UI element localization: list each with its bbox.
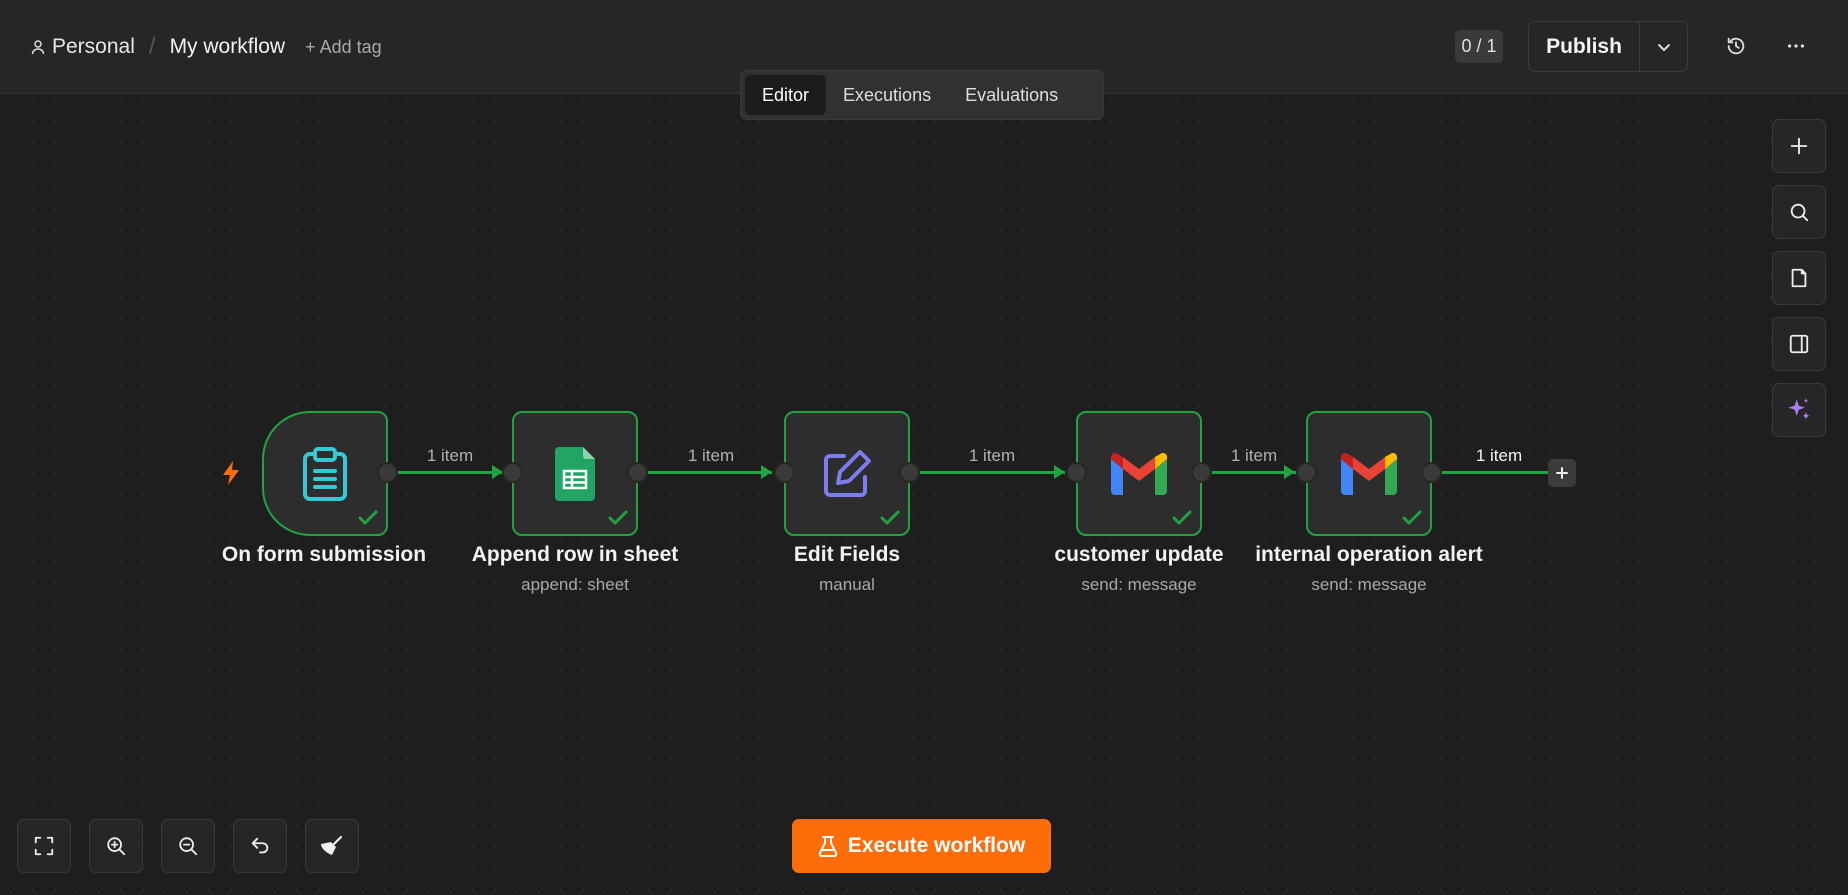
count-badge: 0 / 1 — [1455, 30, 1503, 63]
node-title: On form submission — [221, 543, 427, 566]
output-port[interactable] — [1421, 462, 1442, 483]
project-link[interactable]: Personal — [30, 35, 135, 59]
user-icon — [31, 40, 45, 55]
node-title: customer update — [1054, 543, 1224, 566]
trigger-bolt-icon — [220, 460, 242, 491]
publish-button-group: Publish — [1528, 21, 1688, 72]
fit-view-button[interactable] — [17, 819, 71, 873]
output-port[interactable] — [377, 462, 398, 483]
flask-icon — [818, 836, 838, 857]
edge-arrow — [761, 465, 772, 479]
publish-options-button[interactable] — [1639, 22, 1687, 71]
edit-pencil-icon — [824, 449, 871, 497]
node-subtitle: manual — [819, 575, 875, 594]
zoom-out-icon — [179, 837, 198, 856]
input-port[interactable] — [1296, 462, 1317, 483]
edge-label: 1 item — [687, 446, 735, 465]
plus-icon — [1556, 467, 1568, 479]
edge-arrow — [1054, 465, 1065, 479]
search-nodes-button[interactable] — [1772, 185, 1826, 239]
breadcrumb-separator: / — [148, 33, 156, 60]
success-check-icon — [1402, 510, 1422, 525]
add-next-node-button[interactable] — [1548, 459, 1576, 487]
tab-executions[interactable]: Executions — [826, 75, 948, 115]
node-edit-fields[interactable] — [784, 411, 910, 536]
node-title: Append row in sheet — [471, 543, 679, 566]
edge-label: 1 item — [1475, 446, 1523, 465]
output-port[interactable] — [899, 462, 920, 483]
sparkles-icon — [1788, 398, 1810, 420]
zoom-in-icon — [107, 837, 126, 856]
toggle-panel-button[interactable] — [1772, 317, 1826, 371]
success-check-icon — [358, 510, 378, 525]
history-icon — [1727, 37, 1745, 55]
connection-edge[interactable] — [1441, 471, 1551, 474]
more-horizontal-icon — [1787, 44, 1805, 48]
zoom-out-button[interactable] — [161, 819, 215, 873]
input-port[interactable] — [502, 462, 523, 483]
add-node-button[interactable] — [1772, 119, 1826, 173]
execute-workflow-label: Execute workflow — [847, 834, 1026, 857]
node-subtitle: append: sheet — [521, 575, 629, 594]
connection-edge[interactable] — [397, 471, 503, 474]
edge-label: 1 item — [1230, 446, 1278, 465]
history-button[interactable] — [1720, 30, 1752, 62]
view-tabs: Editor Executions Evaluations — [740, 70, 1104, 120]
node-subtitle: send: message — [1081, 575, 1197, 594]
node-on-form-submission[interactable] — [262, 411, 388, 536]
ai-assistant-button[interactable] — [1772, 383, 1826, 437]
edge-label: 1 item — [426, 446, 474, 465]
chevron-down-icon — [1657, 43, 1670, 51]
output-port[interactable] — [627, 462, 648, 483]
success-check-icon — [608, 510, 628, 525]
success-check-icon — [880, 510, 900, 525]
node-customer-update[interactable] — [1076, 411, 1202, 536]
google-sheets-icon — [555, 446, 595, 501]
undo-button[interactable] — [233, 819, 287, 873]
more-options-button[interactable] — [1780, 30, 1812, 62]
success-check-icon — [1172, 510, 1192, 525]
output-port[interactable] — [1191, 462, 1212, 483]
add-tag-button[interactable]: + Add tag — [305, 37, 382, 58]
gmail-icon — [1111, 452, 1167, 495]
workflow-name[interactable]: My workflow — [170, 35, 286, 59]
add-sticky-note-button[interactable] — [1772, 251, 1826, 305]
tidy-up-button[interactable] — [305, 819, 359, 873]
panel-right-icon — [1789, 334, 1809, 354]
execute-workflow-button[interactable]: Execute workflow — [792, 819, 1051, 873]
clipboard-icon — [303, 446, 347, 501]
gmail-icon — [1341, 452, 1397, 495]
node-title: Edit Fields — [793, 543, 901, 566]
node-internal-operation-alert[interactable] — [1306, 411, 1432, 536]
connection-edge[interactable] — [919, 471, 1065, 474]
node-append-row-in-sheet[interactable] — [512, 411, 638, 536]
tab-evaluations[interactable]: Evaluations — [948, 75, 1075, 115]
broom-icon — [321, 835, 343, 855]
edge-label: 1 item — [968, 446, 1016, 465]
input-port[interactable] — [774, 462, 795, 483]
zoom-in-button[interactable] — [89, 819, 143, 873]
breadcrumb: Personal / My workflow + Add tag — [30, 32, 382, 62]
connection-edge[interactable] — [647, 471, 772, 474]
fullscreen-icon — [34, 836, 54, 856]
input-port[interactable] — [1066, 462, 1087, 483]
sticky-note-icon — [1791, 268, 1807, 288]
undo-icon — [251, 837, 269, 854]
node-title: internal operation alert — [1255, 543, 1483, 566]
search-icon — [1790, 203, 1809, 222]
edge-arrow — [1284, 465, 1295, 479]
project-label: Personal — [52, 35, 135, 58]
tab-editor[interactable]: Editor — [745, 75, 827, 115]
plus-icon — [1790, 137, 1808, 155]
node-subtitle: send: message — [1311, 575, 1427, 594]
publish-button[interactable]: Publish — [1529, 22, 1639, 71]
